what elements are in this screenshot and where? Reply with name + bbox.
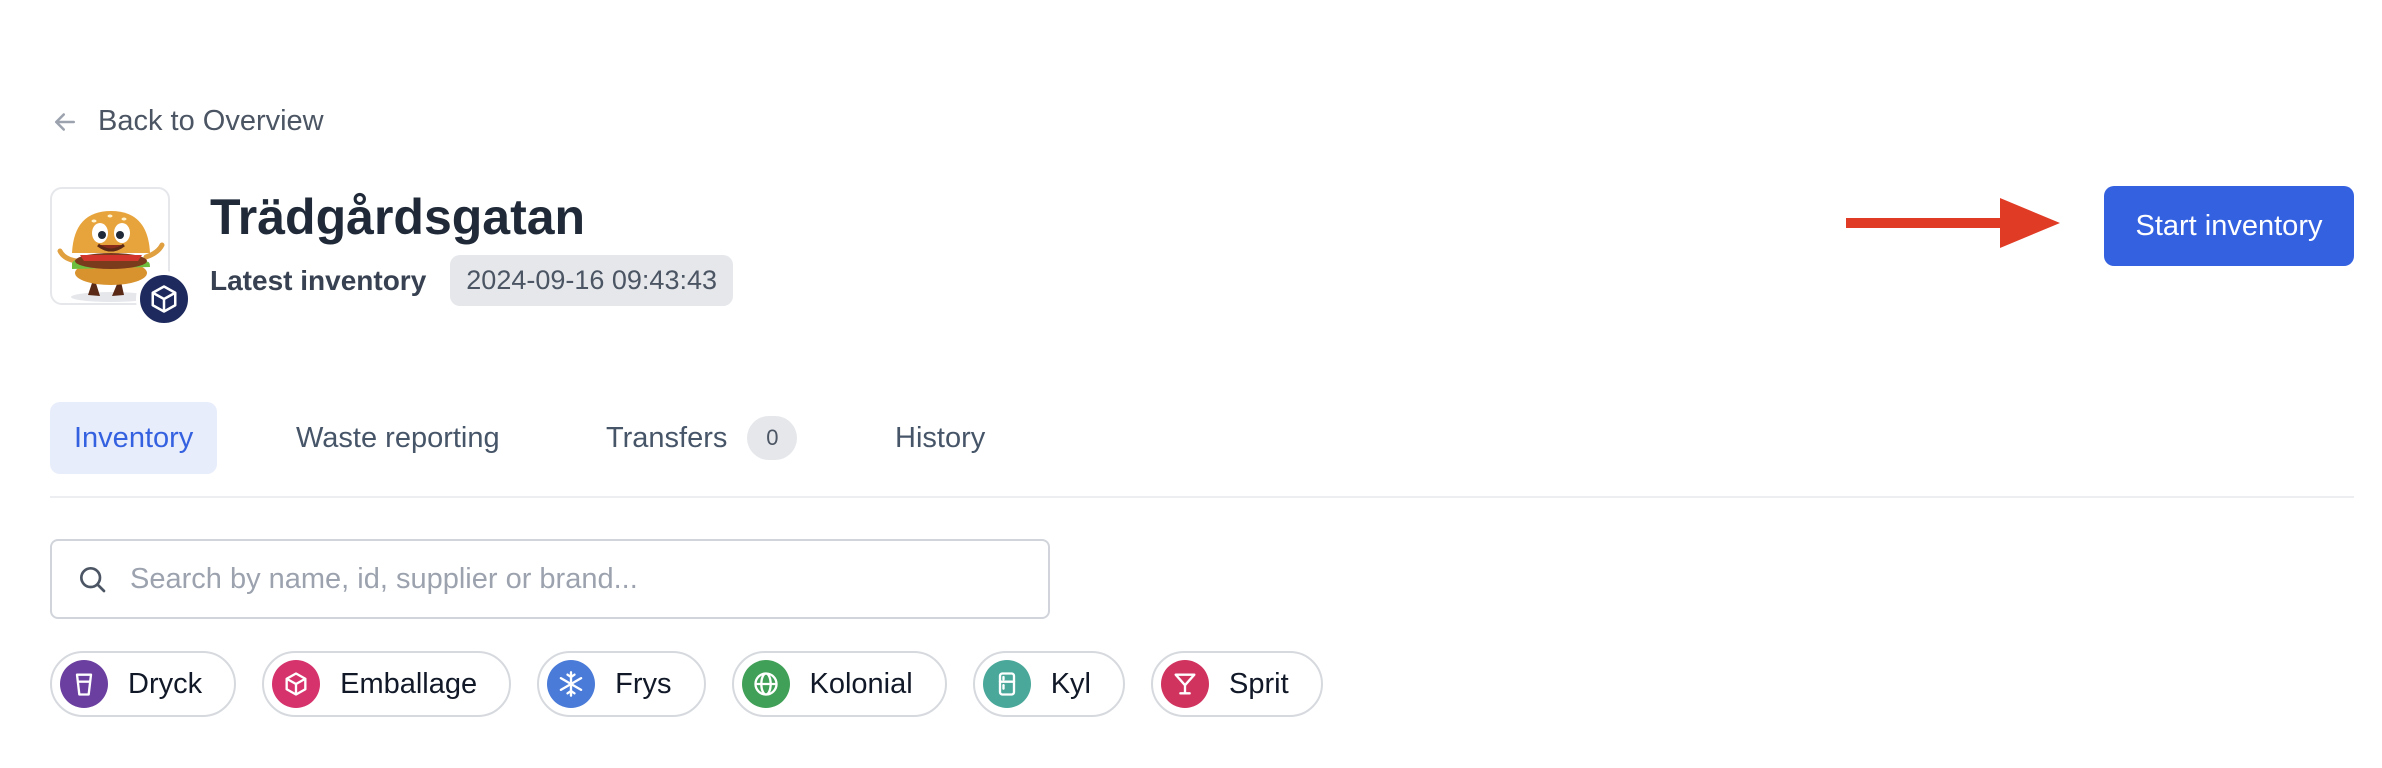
cube-icon [151, 285, 177, 313]
snowflake-icon [547, 660, 596, 708]
tab-label: Inventory [74, 421, 194, 454]
globe-icon [741, 660, 790, 708]
category-filter-chips: Dryck Emballage Frys Kolonial Kyl Sprit [50, 651, 1323, 717]
start-inventory-button[interactable]: Start inventory [2104, 186, 2354, 266]
back-link-label: Back to Overview [98, 105, 324, 137]
tab-label: Waste reporting [296, 421, 500, 454]
tab-transfers[interactable]: Transfers 0 [606, 402, 798, 474]
transfers-count-badge: 0 [747, 416, 798, 460]
box-icon [272, 660, 321, 708]
search-input[interactable] [130, 562, 990, 596]
tab-bar: Inventory Waste reporting Transfers 0 Hi… [50, 402, 2354, 498]
chip-label: Kolonial [809, 667, 913, 700]
category-chip-kolonial[interactable]: Kolonial [731, 651, 947, 717]
tab-history[interactable]: History [895, 402, 985, 474]
chip-label: Kyl [1050, 667, 1091, 700]
category-chip-kyl[interactable]: Kyl [972, 651, 1125, 717]
tab-inventory[interactable]: Inventory [50, 402, 218, 474]
tab-label: Transfers [606, 421, 728, 454]
tab-label: History [895, 421, 986, 454]
latest-inventory-label: Latest inventory [210, 264, 427, 296]
cocktail-icon [1161, 660, 1209, 708]
category-chip-emballage[interactable]: Emballage [262, 651, 512, 717]
latest-inventory-timestamp: 2024-09-16 09:43:43 [450, 255, 733, 306]
chip-label: Emballage [340, 667, 478, 700]
back-to-overview-link[interactable]: Back to Overview [50, 105, 324, 138]
arrow-left-icon [55, 112, 75, 131]
annotation-arrow-icon [1846, 198, 2060, 248]
search-icon [80, 567, 106, 593]
chip-label: Frys [615, 667, 672, 700]
fridge-icon [982, 660, 1031, 708]
category-chip-frys[interactable]: Frys [537, 651, 706, 717]
page-title: Trädgårdsgatan [210, 189, 586, 245]
chip-label: Dryck [128, 667, 203, 700]
chip-label: Sprit [1229, 667, 1289, 700]
tab-waste-reporting[interactable]: Waste reporting [296, 402, 500, 474]
latest-inventory-row: Latest inventory 2024-09-16 09:43:43 [210, 255, 733, 306]
category-chip-dryck[interactable]: Dryck [50, 651, 237, 717]
inventory-badge [136, 271, 192, 327]
cup-icon [60, 660, 108, 708]
search-box[interactable] [50, 539, 1050, 619]
category-chip-sprit[interactable]: Sprit [1151, 651, 1323, 717]
store-avatar [50, 187, 192, 327]
